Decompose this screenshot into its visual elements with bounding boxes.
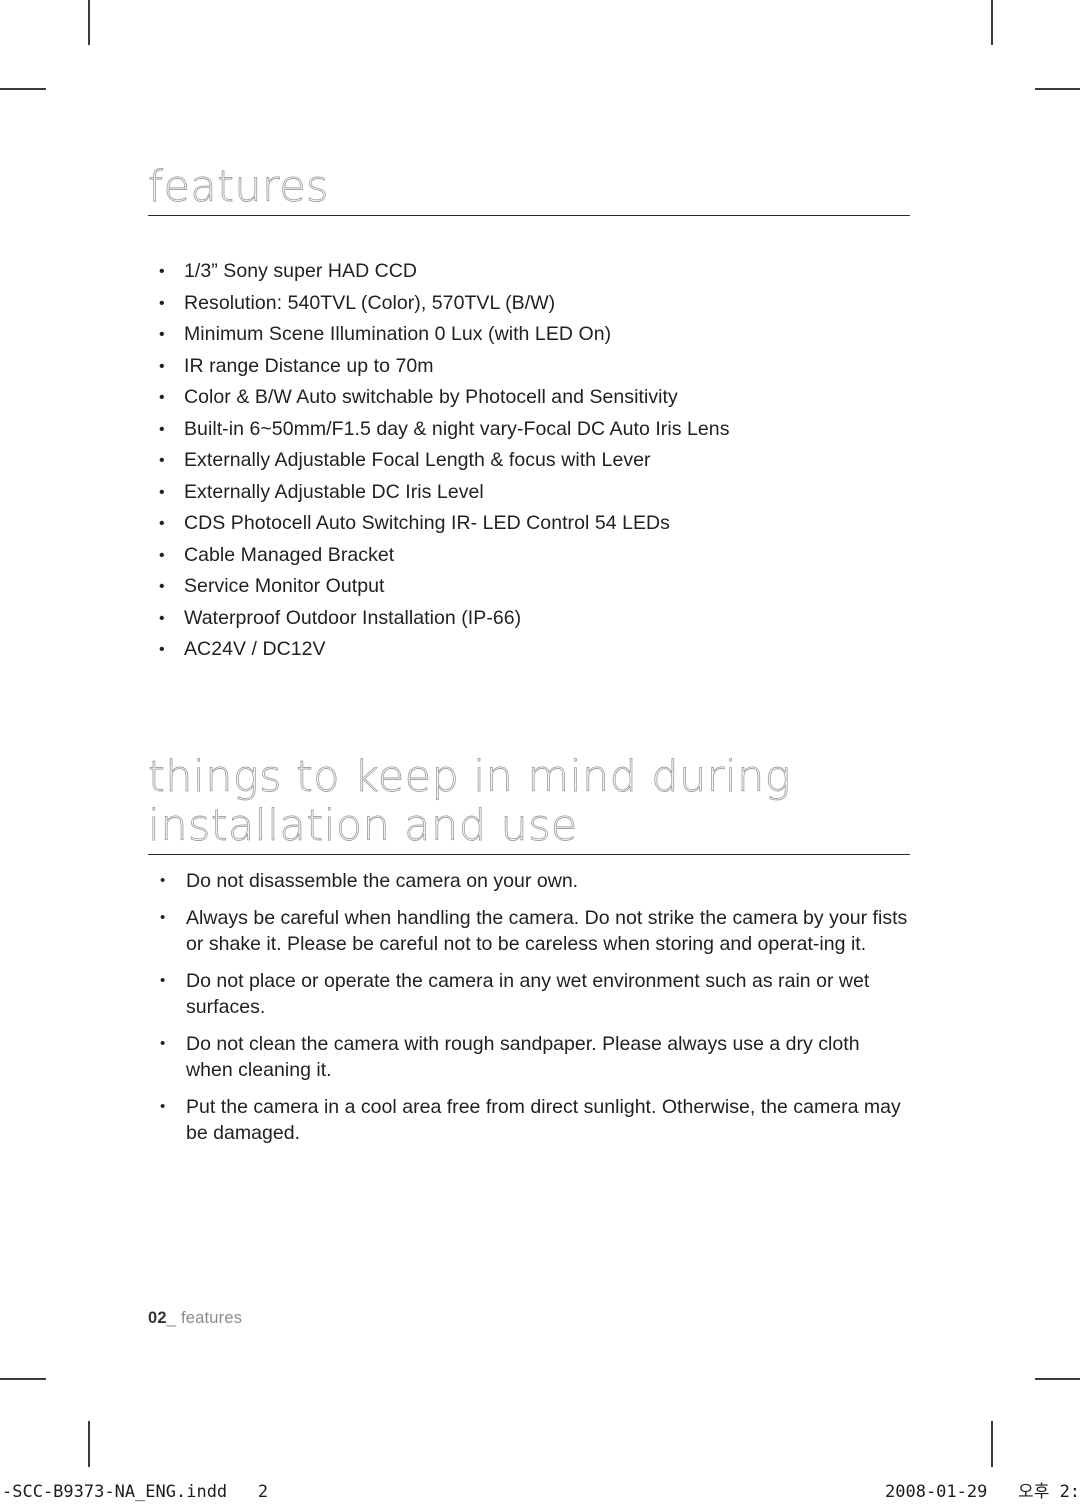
heading-rule-features <box>148 215 910 216</box>
section-heading-cautions: things to keep in mind during installati… <box>148 752 792 851</box>
section-features: features 1/3” Sony super HAD CCD Resolut… <box>148 162 910 666</box>
crop-mark-top-right-vertical <box>991 0 993 45</box>
page-number: 02 <box>148 1309 167 1327</box>
cautions-bullet-list: Do not disassemble the camera on your ow… <box>148 868 910 1147</box>
list-item: Externally Adjustable Focal Length & foc… <box>148 445 910 477</box>
crop-mark-bottom-right-vertical <box>991 1421 993 1467</box>
page-footer: 02_ features <box>148 1308 242 1328</box>
list-item: CDS Photocell Auto Switching IR- LED Con… <box>148 508 910 540</box>
list-item: Put the camera in a cool area free from … <box>148 1094 910 1147</box>
page-content: features 1/3” Sony super HAD CCD Resolut… <box>148 0 910 1512</box>
list-item: Do not disassemble the camera on your ow… <box>148 868 910 895</box>
list-item: Color & B/W Auto switchable by Photocell… <box>148 382 910 414</box>
list-item: IR range Distance up to 70m <box>148 351 910 383</box>
footer-section-name: features <box>180 1309 243 1327</box>
crop-mark-top-left-vertical <box>88 0 90 45</box>
list-item: Do not place or operate the camera in an… <box>148 968 910 1021</box>
list-item: Do not clean the camera with rough sandp… <box>148 1031 910 1084</box>
crop-mark-bottom-right-horizontal <box>1035 1378 1080 1380</box>
crop-mark-bottom-left-horizontal <box>0 1378 46 1380</box>
crop-mark-bottom-left-vertical <box>88 1421 90 1467</box>
page-number-separator: _ <box>166 1309 177 1327</box>
list-item: Minimum Scene Illumination 0 Lux (with L… <box>148 319 910 351</box>
slug-timestamp: 2008-01-29 오후 2:5 <box>885 1482 1080 1502</box>
crop-mark-top-right-horizontal <box>1035 88 1080 90</box>
features-bullet-list: 1/3” Sony super HAD CCD Resolution: 540T… <box>148 256 910 666</box>
section-heading-features: features <box>148 162 329 212</box>
slug-filename: -SCC-B9373-NA_ENG.indd 2 <box>2 1482 269 1502</box>
list-item: Resolution: 540TVL (Color), 570TVL (B/W) <box>148 288 910 320</box>
list-item: Waterproof Outdoor Installation (IP-66) <box>148 603 910 635</box>
list-item: Service Monitor Output <box>148 571 910 603</box>
crop-mark-top-left-horizontal <box>0 88 46 90</box>
list-item: Externally Adjustable DC Iris Level <box>148 477 910 509</box>
list-item: Built-in 6~50mm/F1.5 day & night vary-Fo… <box>148 414 910 446</box>
list-item: 1/3” Sony super HAD CCD <box>148 256 910 288</box>
list-item: Cable Managed Bracket <box>148 540 910 572</box>
heading-rule-cautions <box>148 854 910 855</box>
list-item: AC24V / DC12V <box>148 634 910 666</box>
list-item: Always be careful when handling the came… <box>148 905 910 958</box>
section-cautions: things to keep in mind during installati… <box>148 752 910 1157</box>
